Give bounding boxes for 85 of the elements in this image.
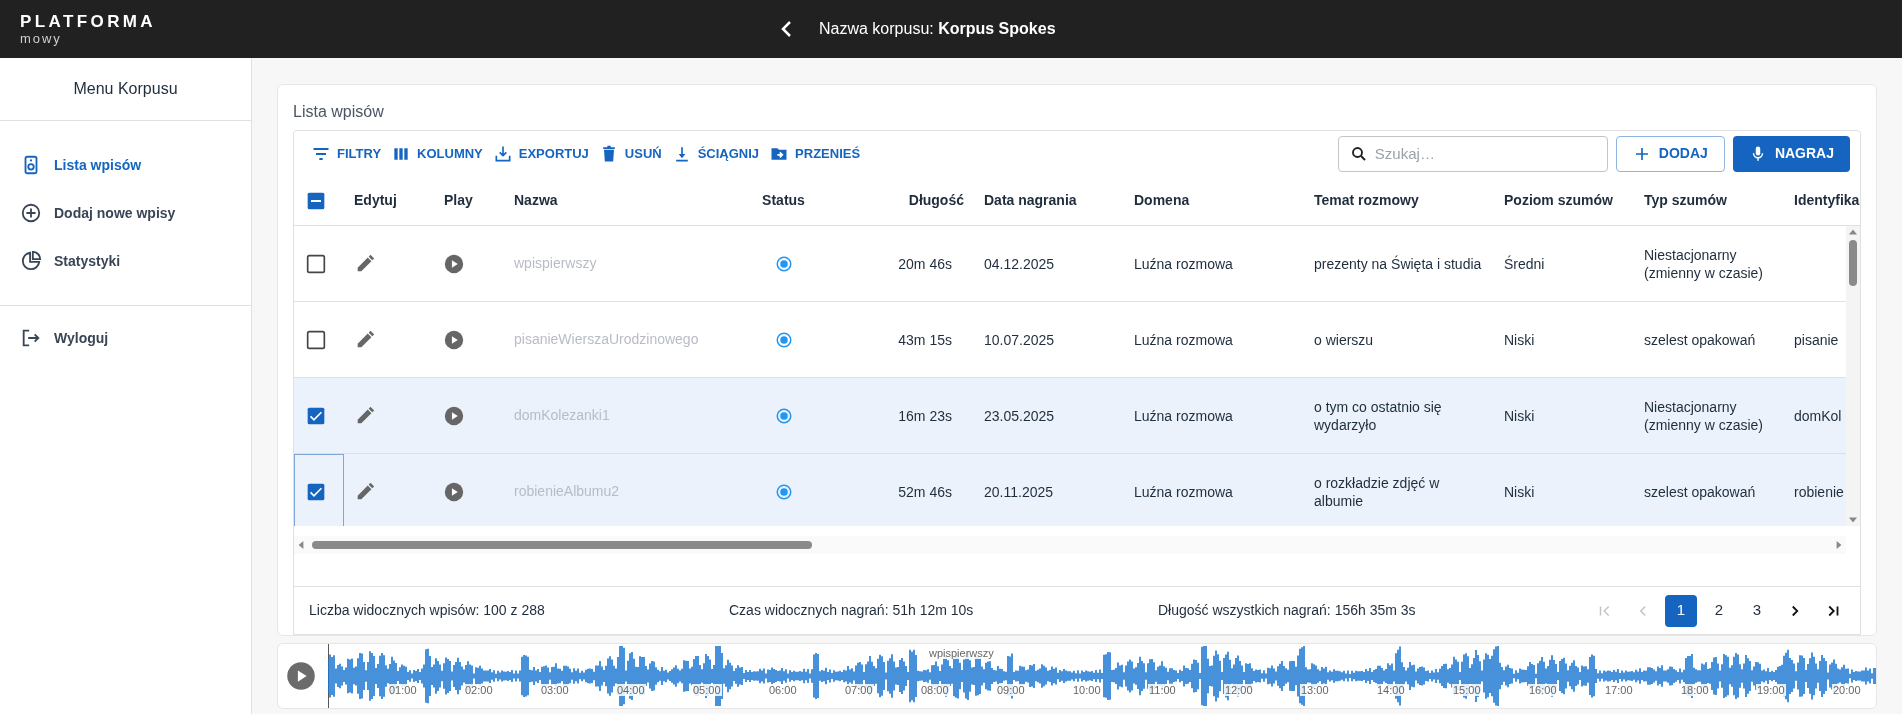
column-header[interactable]: Typ szumów (1644, 190, 1727, 211)
time-tick: 08:00 (920, 684, 950, 696)
time-tick: 15:00 (1452, 684, 1482, 696)
time-tick: 07:00 (844, 684, 874, 696)
add-button[interactable]: DODAJ (1615, 135, 1725, 172)
card-title: Lista wpisów (293, 102, 384, 122)
table-cell-text: Niski (1504, 406, 1536, 425)
table-cell-text: Luźna rozmowa (1134, 330, 1234, 349)
table-cell-text: Niski (1504, 330, 1536, 349)
search-field[interactable]: Szukaj… (1337, 135, 1608, 172)
table-cell-text: 43m 15s (898, 330, 953, 349)
sidebar-item[interactable]: Statystyki (0, 237, 251, 285)
time-tick: 17:00 (1604, 684, 1634, 696)
time-tick: 20:00 (1832, 684, 1862, 696)
time-tick: 11:00 (1148, 684, 1177, 696)
toolbar-button[interactable]: PRZENIEŚ (764, 137, 866, 170)
logo-title: PLATFORMA (20, 13, 157, 30)
time-tick: 16:00 (1528, 684, 1558, 696)
menu-title: Menu Korpusu (73, 79, 178, 99)
time-tick: 12:00 (1224, 684, 1254, 696)
column-header[interactable]: Edytuj (354, 190, 397, 211)
table-cell-text: 16m 23s (898, 406, 953, 425)
time-tick: 06:00 (768, 684, 798, 696)
column-header[interactable]: Data nagrania (984, 190, 1077, 211)
visible-count: Liczba widocznych wpisów: 100 z 288 (309, 601, 546, 620)
table-cell-text: szelest opakowań (1644, 482, 1757, 501)
table-cell-text: pisanieWierszaUrodzinowego (514, 330, 699, 349)
table-cell-text: o rozkładzie zdjęć w albumie (1314, 473, 1441, 510)
column-header[interactable]: Domena (1134, 190, 1190, 211)
table-cell-text: 20m 46s (898, 254, 953, 273)
page-button[interactable]: 2 (1703, 594, 1735, 627)
table-cell-text: wpispierwszy (514, 254, 597, 273)
toolbar-button[interactable]: ŚCIĄGNIJ (666, 137, 765, 170)
time-tick: 05:00 (692, 684, 722, 696)
visible-time: Czas widocznych nagrań: 51h 12m 10s (729, 601, 975, 620)
table-cell-text: robienie (1794, 482, 1845, 501)
table-cell-text: 23.05.2025 (984, 406, 1056, 425)
time-tick: 09:00 (996, 684, 1026, 696)
toolbar-button[interactable]: USUŃ (593, 137, 667, 170)
table-cell-text: Niestacjonarny (zmienny w czasie) (1644, 397, 1765, 434)
column-header[interactable]: Temat rozmowy (1314, 190, 1419, 211)
corpus-title: Nazwa korpusu: Korpus Spokes (819, 19, 1056, 39)
logo-subtitle: mowy (20, 32, 63, 45)
table-cell-text: pisanie (1794, 330, 1840, 349)
track-name: wpispierwszy (928, 647, 995, 659)
toolbar-button[interactable]: EXPORTUJ (487, 137, 594, 170)
time-tick: 02:00 (464, 684, 494, 696)
table-cell-text: Średni (1504, 254, 1546, 273)
table-cell-text: domKol (1794, 406, 1843, 425)
time-tick: 13:00 (1300, 684, 1330, 696)
table-cell-text: 10.07.2025 (984, 330, 1056, 349)
record-button[interactable]: NAGRAJ (1732, 135, 1850, 172)
table-cell-text: Luźna rozmowa (1134, 482, 1234, 501)
time-tick: 03:00 (540, 684, 570, 696)
column-header[interactable]: Długość (908, 190, 964, 211)
logout-link[interactable]: Wyloguj (0, 318, 251, 358)
time-tick: 01:00 (388, 684, 418, 696)
column-header[interactable]: Nazwa (514, 190, 558, 211)
table-cell-text: Niestacjonarny (zmienny w czasie) (1644, 245, 1765, 282)
total-time: Długość wszystkich nagrań: 156h 35m 3s (1158, 601, 1416, 620)
toolbar-button[interactable]: FILTRY (306, 137, 387, 170)
time-tick: 10:00 (1072, 684, 1102, 696)
column-header[interactable]: Identyfika (1794, 190, 1860, 211)
time-tick: 14:00 (1376, 684, 1406, 696)
table-cell-text: o wierszu (1314, 330, 1375, 349)
page-button[interactable]: 3 (1741, 594, 1773, 627)
column-header[interactable]: Poziom szumów (1504, 190, 1613, 211)
time-tick: 04:00 (616, 684, 646, 696)
sidebar-item[interactable]: Dodaj nowe wpisy (0, 189, 251, 237)
page-button[interactable]: 1 (1665, 594, 1697, 627)
table-cell-text: 20.11.2025 (984, 482, 1055, 501)
table-cell-text: o tym co ostatnio się wydarzyło (1314, 397, 1443, 434)
sidebar-item[interactable]: Lista wpisów (0, 141, 251, 189)
toolbar-button[interactable]: KOLUMNY (386, 137, 488, 170)
table-cell-text: prezenty na Święta i studia (1314, 254, 1483, 273)
table-cell-text: Niski (1504, 482, 1536, 501)
table-cell-text: szelest opakowań (1644, 330, 1757, 349)
column-header[interactable]: Status (762, 190, 805, 211)
time-tick: 18:00 (1680, 684, 1710, 696)
table-cell-text: Luźna rozmowa (1134, 406, 1234, 425)
table-cell-text: Luźna rozmowa (1134, 254, 1234, 273)
column-header[interactable]: Play (444, 190, 473, 211)
table-cell-text: 52m 46s (898, 482, 953, 501)
time-tick: 19:00 (1756, 684, 1786, 696)
table-cell-text: 04.12.2025 (984, 254, 1056, 273)
